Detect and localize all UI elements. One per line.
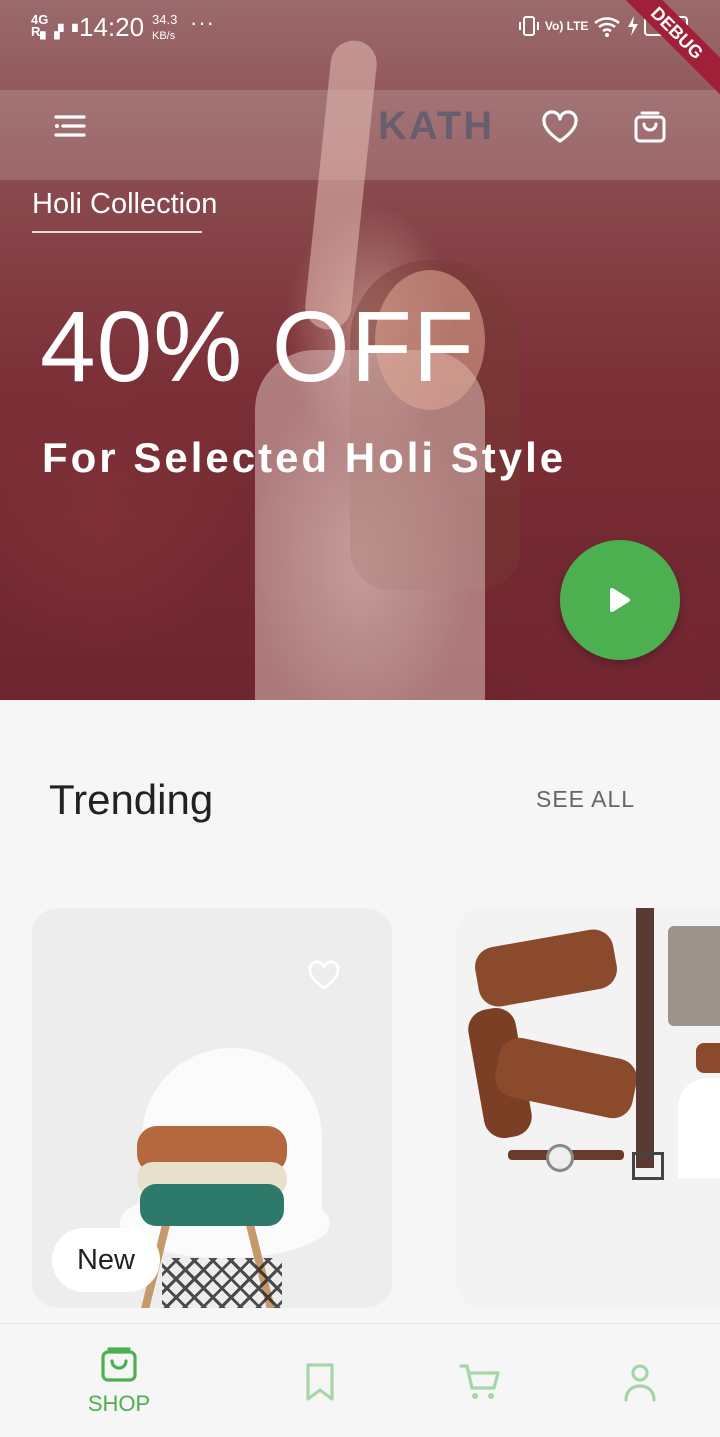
sunglasses-image — [696, 1043, 720, 1073]
clothing-image — [668, 926, 720, 1026]
favorite-button[interactable] — [306, 960, 342, 992]
shopping-bag-icon — [634, 111, 666, 143]
hero-banner: KATH 4G R▖▗▘▝ 14:20 34.3 KB/s ··· Vo) LTE … — [0, 0, 720, 700]
section-title: Trending — [49, 776, 214, 823]
see-all-link[interactable]: SEE ALL — [536, 786, 635, 813]
new-badge: New — [52, 1228, 160, 1292]
shopping-bag-icon — [101, 1347, 137, 1382]
knitwear-layer — [140, 1184, 284, 1226]
play-button[interactable] — [560, 540, 680, 660]
collection-underline — [32, 231, 202, 233]
cart-icon — [459, 1364, 500, 1399]
nav-shop-label: SHOP — [87, 1391, 151, 1416]
play-icon — [610, 588, 630, 612]
network-speed: 34.3 KB/s — [152, 12, 178, 42]
favorites-button[interactable] — [536, 103, 584, 151]
clock: 14:20 — [79, 12, 145, 42]
menu-button[interactable] — [46, 102, 94, 150]
hero-arm-shape — [302, 38, 380, 332]
bottom-navigation: SHOP — [0, 1323, 720, 1437]
status-bar: 4GR▖▗▘▝ 14:20 34.3KB/s ··· Vo) LTE 44 — [0, 0, 720, 56]
nav-bookmarks[interactable] — [275, 1346, 365, 1426]
network-indicator: 4G R▖▗▘▝ — [31, 12, 77, 39]
hero-subheadline: For Selected Holi Style — [42, 434, 567, 481]
background-sign-text: KATH — [378, 104, 495, 148]
nav-cart[interactable] — [435, 1346, 525, 1426]
clothing-image — [678, 1078, 720, 1178]
nav-profile[interactable] — [595, 1346, 685, 1426]
boot-image — [471, 926, 621, 1010]
heart-icon — [542, 110, 578, 143]
chair-wire — [162, 1258, 282, 1308]
nav-shop[interactable]: SHOP — [74, 1346, 164, 1426]
hero-headline: 40% OFF — [40, 291, 475, 403]
belt-image — [636, 908, 654, 1168]
bag-button[interactable] — [626, 103, 674, 151]
product-card[interactable] — [456, 908, 720, 1308]
menu-icon — [54, 115, 86, 137]
lte-indicator: Vo) LTE — [544, 19, 589, 33]
more-dots: ··· — [190, 10, 215, 35]
collection-label: Holi Collection — [32, 188, 218, 220]
vibrate-icon — [519, 16, 539, 36]
charging-icon — [628, 16, 639, 36]
watch-image — [546, 1144, 574, 1172]
belt-buckle — [632, 1152, 664, 1180]
wifi-icon — [594, 17, 621, 37]
bookmark-icon — [306, 1363, 334, 1401]
heart-outline-icon — [308, 960, 340, 990]
user-icon — [624, 1364, 656, 1402]
